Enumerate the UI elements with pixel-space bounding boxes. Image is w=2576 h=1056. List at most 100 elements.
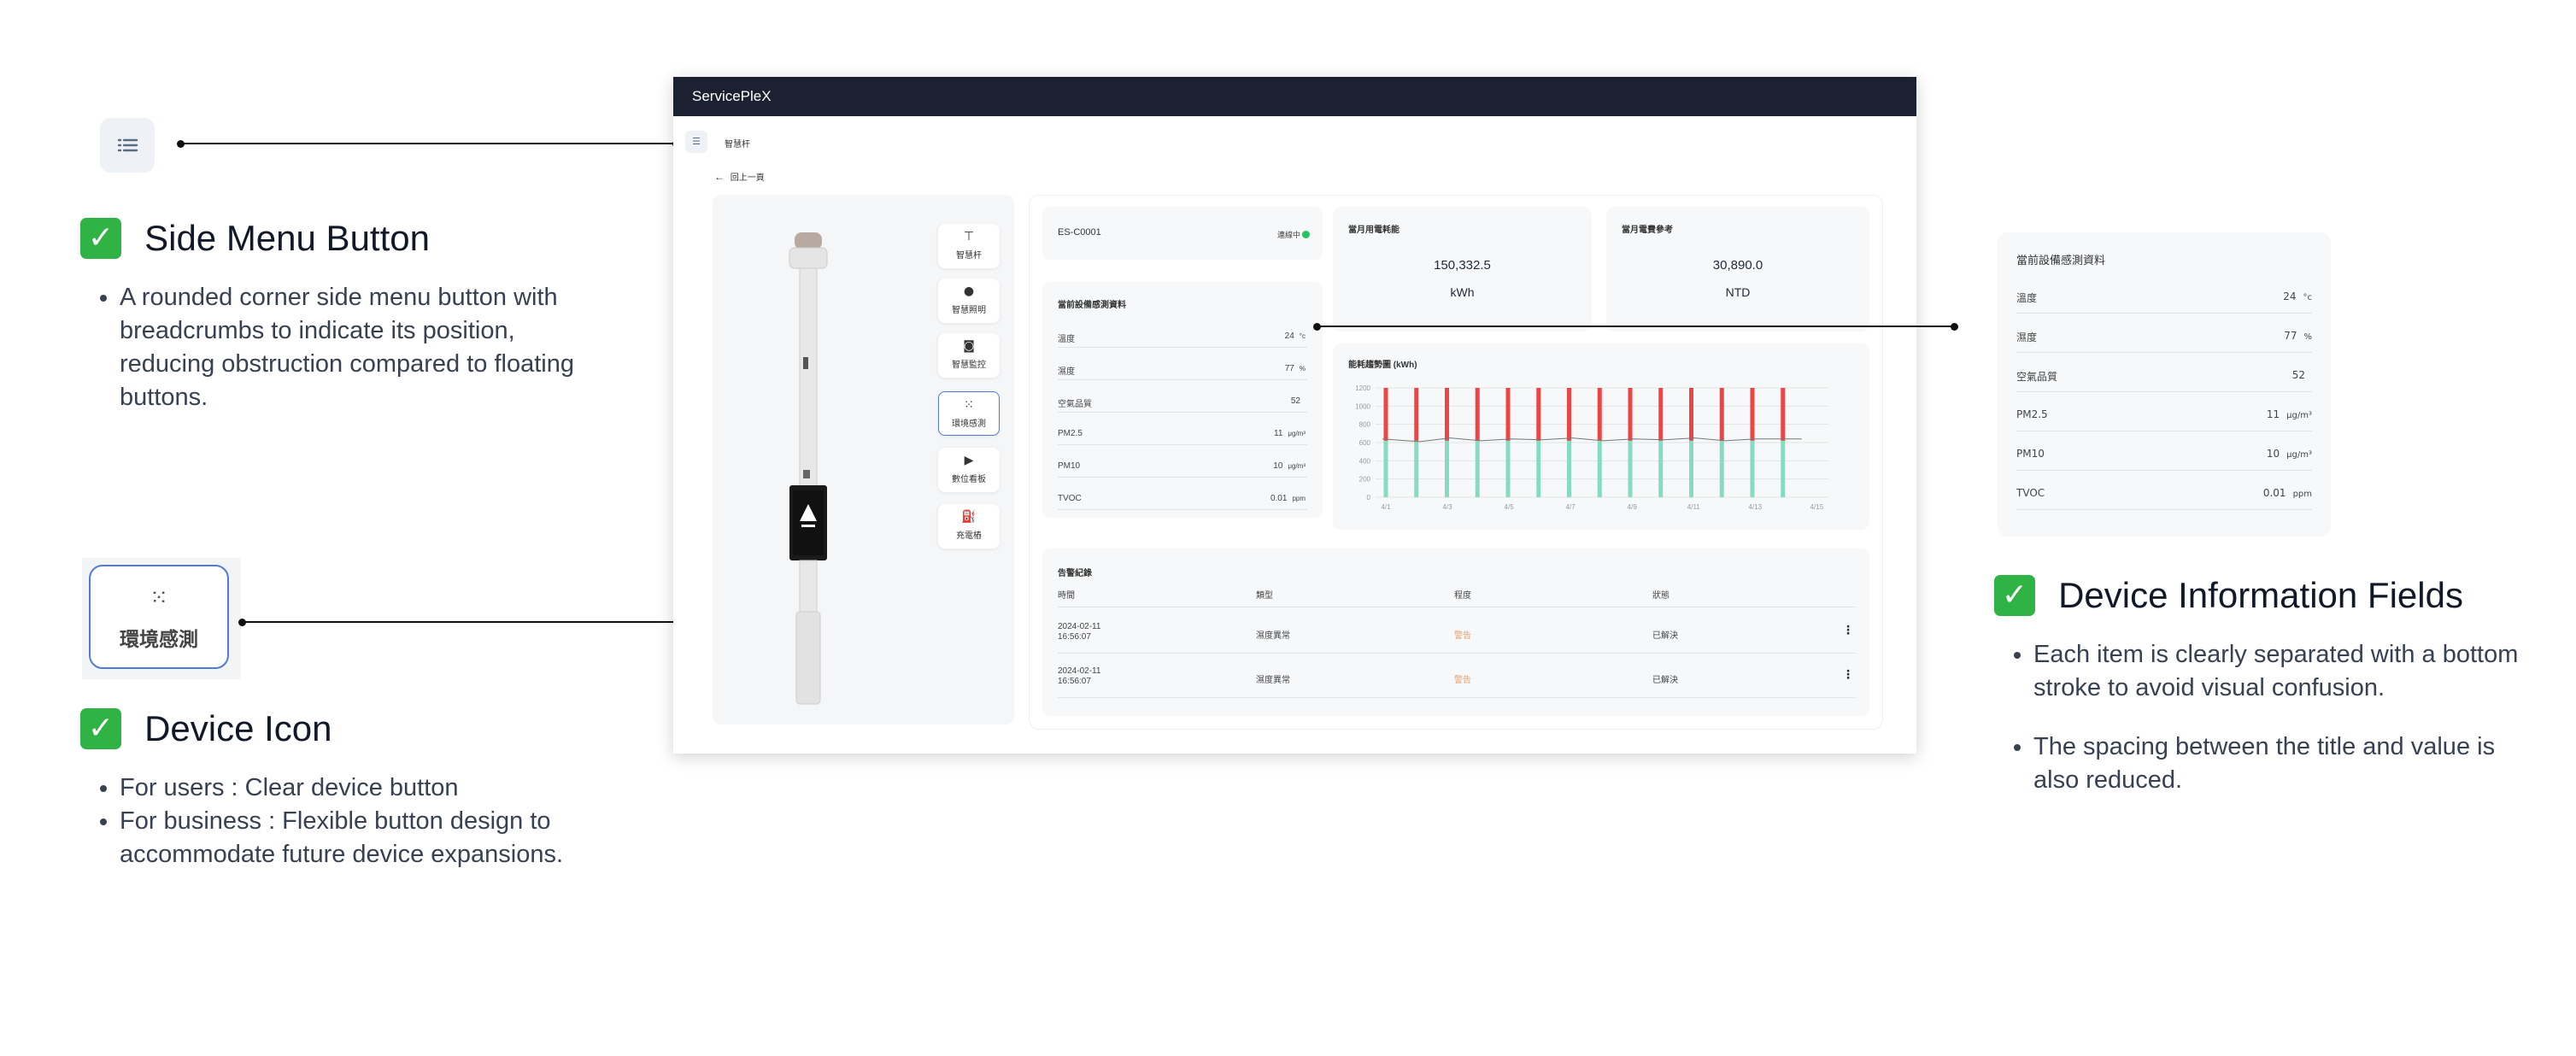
zoom-sensor-name: 空氣品質 <box>2016 371 2058 383</box>
status-dot <box>1302 231 1310 238</box>
device-button-signage[interactable]: ▶ 數位看板 <box>938 448 1000 492</box>
alerts-header-time: 時間 <box>1058 591 1075 601</box>
sensor-value: 11 μg/m³ <box>1274 429 1306 438</box>
bar-segment-base <box>1658 440 1664 497</box>
device-id: ES-C0001 <box>1058 227 1101 238</box>
row-divider <box>2016 313 2312 314</box>
alert-level: 警告 <box>1454 631 1471 641</box>
bullet-item: Each item is clearly separated with a bo… <box>2033 638 2546 705</box>
sensor-value: 52 <box>1290 396 1300 406</box>
device-button-label: 數位看板 <box>952 475 986 484</box>
sensor-name: TVOC <box>1058 494 1082 503</box>
zoom-sensor-value: 24 °c <box>2283 290 2312 302</box>
energy-chart: 1200 1000 800 600 400 200 0 4/1 4/3 4/5 4/7 4/9 4/11… <box>1355 384 1828 511</box>
smart-pole-image <box>789 232 828 705</box>
zoom-sensor-name: PM10 <box>2016 448 2045 460</box>
device-icon-sample-label: 環境感測 <box>120 629 198 651</box>
zoom-sensor-name: 溫度 <box>2016 292 2038 304</box>
menu-button-sample <box>100 118 155 173</box>
device-button-label: 智慧杆 <box>956 251 982 261</box>
brand-logo: ServicePleX <box>692 88 772 104</box>
bar-segment-peak <box>1719 388 1724 441</box>
row-divider <box>1058 412 1307 413</box>
power-card: 當月用電耗能 150,332.5 kWh <box>1333 207 1592 331</box>
more-options-icon[interactable]: ⋮ <box>1842 624 1854 637</box>
alert-status: 已解決 <box>1652 631 1678 641</box>
fee-title: 當月電費參考 <box>1622 226 1673 235</box>
breadcrumb[interactable]: 智慧杆 <box>725 137 750 150</box>
x-tick-label: 4/3 <box>1442 503 1452 511</box>
device-icon-title: Device Icon <box>144 708 332 748</box>
device-icon-bullets: For users : Clear device button For busi… <box>80 771 598 871</box>
device-button-camera[interactable]: ◙ 智慧監控 <box>938 333 1000 378</box>
bar-segment-base <box>1475 440 1480 497</box>
sensor-card-title: 當前設備感測資料 <box>1058 301 1126 310</box>
more-options-icon[interactable]: ⋮ <box>1842 668 1854 682</box>
bar-segment-base <box>1505 440 1511 497</box>
device-button-smart-pole[interactable]: ⊤ 智慧杆 <box>938 224 1000 268</box>
check-icon: ✓ <box>80 218 121 259</box>
device-info-heading: ✓ Device Information Fields <box>1994 575 2558 616</box>
row-divider <box>2016 470 2312 471</box>
bar-segment-base <box>1597 440 1602 497</box>
zoom-sensor-value: 10 μg/m³ <box>2266 448 2312 460</box>
x-tick-label: 4/13 <box>1749 503 1763 511</box>
fee-value: 30,890.0 <box>1712 258 1763 273</box>
bar-segment-peak <box>1781 388 1786 441</box>
device-button-label: 智慧照明 <box>952 306 986 315</box>
play-icon: ▶ <box>964 454 974 467</box>
side-menu-button[interactable]: ☰ <box>685 131 707 153</box>
sensor-name: 濕度 <box>1058 367 1075 377</box>
check-icon: ✓ <box>1994 575 2035 616</box>
bar-segment-peak <box>1536 388 1541 441</box>
sensor-name: 空氣品質 <box>1058 400 1092 409</box>
zoom-sensor-value: 77% <box>2284 330 2312 342</box>
connection-status: 連線中 <box>1277 231 1301 239</box>
fee-unit: NTD <box>1725 285 1751 299</box>
alerts-header-status: 狀態 <box>1652 591 1669 601</box>
bar-segment-base <box>1383 440 1388 497</box>
zoom-sensor-value: 52 <box>2291 369 2305 381</box>
y-tick-label: 1200 <box>1355 384 1370 392</box>
back-label: 回上一頁 <box>730 173 765 183</box>
bar-segment-base <box>1414 440 1419 497</box>
x-tick-label: 4/5 <box>1505 503 1515 511</box>
device-button-lighting[interactable]: ● 智慧照明 <box>938 279 1000 323</box>
device-button-environment[interactable]: ⁙ 環境感測 <box>938 391 1000 436</box>
row-divider <box>1058 347 1307 348</box>
sensor-grid-icon: ⁙ <box>964 398 974 412</box>
alert-type: 濕度異常 <box>1256 676 1290 685</box>
zoom-sensor-name: 濕度 <box>2016 331 2038 343</box>
row-divider <box>2016 509 2312 510</box>
bar-segment-base <box>1689 440 1693 497</box>
sensor-value: 24 °c <box>1284 331 1306 341</box>
bar-segment-peak <box>1567 388 1571 441</box>
camera-icon: ◙ <box>963 339 975 353</box>
alert-level: 警告 <box>1454 676 1471 685</box>
power-value: 150,332.5 <box>1434 258 1491 273</box>
y-tick-label: 400 <box>1359 457 1371 465</box>
row-divider <box>1058 477 1307 478</box>
sensor-zoom-panel: 當前設備感測資料 溫度 24 °c 濕度 77% 空氣品質 52 PM2.5 11… <box>1998 232 2331 537</box>
side-menu-title: Side Menu Button <box>144 218 430 258</box>
sensor-card: 當前設備感測資料 溫度 24 °c 濕度 77% 空氣品質 52 PM2.5 11… <box>1042 282 1323 518</box>
x-tick-label: 4/1 <box>1381 503 1391 511</box>
bar-segment-peak <box>1475 388 1480 441</box>
back-link[interactable]: ← 回上一頁 <box>714 170 765 183</box>
sensor-name: PM2.5 <box>1058 429 1083 438</box>
y-tick-label: 1000 <box>1355 402 1370 410</box>
fee-card: 當月電費參考 30,890.0 NTD <box>1606 207 1869 331</box>
alerts-card: 告警紀錄 時間 類型 程度 狀態 2024-02-11 16:56:07 濕度異常… <box>1042 549 1869 716</box>
device-info-bullets: Each item is clearly separated with a bo… <box>1994 638 2546 797</box>
zoom-sensor-value: 11 μg/m³ <box>2266 408 2312 420</box>
sensor-value: 0.01 ppm <box>1270 494 1306 503</box>
zoom-sensor-name: TVOC <box>2016 487 2045 499</box>
top-bar: ServicePleX <box>673 77 1916 116</box>
bar-segment-base <box>1567 440 1571 497</box>
bar-segment-base <box>1628 440 1633 497</box>
bar-segment-peak <box>1505 388 1511 441</box>
device-button-charger[interactable]: ⛽ 充電樁 <box>938 504 1000 549</box>
row-divider <box>1058 697 1856 698</box>
row-divider <box>1058 379 1307 380</box>
device-icon-annotation: ✓ Device Icon For users : Clear device b… <box>80 708 627 871</box>
